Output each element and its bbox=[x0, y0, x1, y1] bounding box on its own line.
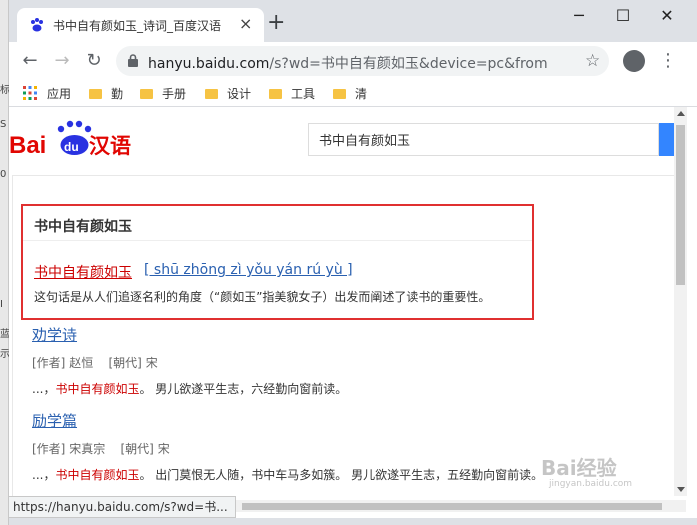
url-path: /s?wd=书中自有颜如玉&device=pc&from=h... bbox=[269, 56, 548, 72]
forward-arrow-icon[interactable]: → bbox=[51, 50, 73, 72]
minimize-button[interactable]: ─ bbox=[559, 4, 599, 28]
maximize-button[interactable]: ☐ bbox=[603, 4, 643, 28]
bookmark-label: 设计 bbox=[227, 87, 252, 101]
status-url-bubble: https://hanyu.baidu.com/s?wd=书... bbox=[9, 496, 236, 518]
dynasty-name[interactable]: 宋 bbox=[146, 356, 158, 370]
horizontal-scrollbar[interactable] bbox=[236, 500, 686, 512]
excerpt-highlight: 书中自有颜如玉 bbox=[55, 382, 140, 396]
desktop-text: I bbox=[0, 299, 3, 310]
tab-title: 书中自有颜如玉_诗词_百度汉语 bbox=[53, 19, 222, 33]
watermark: Bai经验 jingyan.baidu.com bbox=[541, 452, 671, 492]
card-description: 这句话是从人们追逐名利的角度（“颜如玉”指美貌女子）出发而阐述了读书的重要性。 bbox=[34, 290, 491, 304]
desktop-edge: 标 S 0 I 蓝 示 bbox=[0, 0, 10, 525]
vertical-scrollbar[interactable] bbox=[674, 107, 687, 496]
results-panel: 书中自有颜如玉 书中自有颜如玉 [ shū zhōng zì yǒu yán r… bbox=[12, 175, 674, 496]
apps-grid-icon bbox=[23, 86, 37, 100]
author-label: [作者] bbox=[32, 356, 66, 370]
logo-du: du bbox=[64, 140, 79, 154]
browser-window: 书中自有颜如玉_诗词_百度汉语 × + ─ ☐ ✕ ← → ↻ hanyu.ba… bbox=[9, 0, 697, 525]
folder-icon bbox=[89, 89, 102, 99]
folder-icon bbox=[333, 89, 346, 99]
term-link[interactable]: 书中自有颜如玉 bbox=[34, 262, 132, 282]
menu-dots-icon[interactable]: ⋮ bbox=[659, 50, 677, 72]
bookmark-label: 应用 bbox=[47, 87, 72, 101]
bookmark-label: 工具 bbox=[291, 87, 316, 101]
folder-icon bbox=[205, 89, 218, 99]
logo-hanyu: 汉语 bbox=[89, 134, 131, 158]
divider bbox=[23, 240, 532, 241]
bookmark-folder[interactable]: 勤 bbox=[89, 85, 123, 103]
excerpt-prefix: ...， bbox=[32, 382, 56, 396]
bookmark-label: 勤 bbox=[111, 87, 124, 101]
profile-avatar-icon[interactable] bbox=[623, 50, 645, 72]
poem-title-link[interactable]: 劝学诗 bbox=[32, 326, 77, 344]
scroll-up-icon[interactable] bbox=[677, 111, 685, 116]
poem-result: 劝学诗 [作者] 赵恒 [朝代] 宋 ...，书中自有颜如玉。 男儿欲遂平生志，… bbox=[32, 324, 347, 397]
browser-toolbar: ← → ↻ hanyu.baidu.com/s?wd=书中自有颜如玉&devic… bbox=[9, 42, 697, 80]
poem-meta: [作者] 赵恒 [朝代] 宋 bbox=[32, 354, 347, 371]
active-tab[interactable]: 书中自有颜如玉_诗词_百度汉语 × bbox=[17, 8, 264, 42]
baidu-hanyu-logo[interactable]: Bai du 汉语 bbox=[9, 115, 139, 160]
bookmarks-bar: 应用 勤 手册 设计 工具 清 bbox=[9, 80, 697, 107]
excerpt-highlight: 书中自有颜如玉 bbox=[55, 468, 140, 482]
page-viewport: Bai du 汉语 书中自有颜如玉 书中自有颜如玉 [ shū zhōng zì… bbox=[9, 107, 674, 496]
search-input[interactable] bbox=[309, 124, 649, 155]
address-bar[interactable]: hanyu.baidu.com/s?wd=书中自有颜如玉&device=pc&f… bbox=[116, 46, 609, 76]
url-text[interactable]: hanyu.baidu.com/s?wd=书中自有颜如玉&device=pc&f… bbox=[148, 53, 548, 73]
dynasty-label: [朝代] bbox=[108, 356, 142, 370]
poem-title-link[interactable]: 励学篇 bbox=[32, 412, 77, 430]
watermark-sub: jingyan.baidu.com bbox=[549, 479, 633, 489]
pinyin-link[interactable]: [ shū zhōng zì yǒu yán rú yù ] bbox=[144, 262, 353, 278]
excerpt-suffix: 。 出门莫恨无人随，书中车马多如簇。 男儿欲遂平生志，五经勤向窗前读。 bbox=[139, 468, 544, 482]
bookmark-apps[interactable]: 应用 bbox=[23, 85, 71, 103]
definition-card: 书中自有颜如玉 书中自有颜如玉 [ shū zhōng zì yǒu yán r… bbox=[21, 204, 534, 320]
bookmark-folder[interactable]: 手册 bbox=[140, 85, 186, 103]
desktop-text: S bbox=[0, 119, 7, 130]
lock-icon bbox=[128, 54, 138, 67]
author-name[interactable]: 赵恒 bbox=[69, 356, 93, 370]
reload-icon[interactable]: ↻ bbox=[83, 50, 105, 72]
poem-excerpt: ...，书中自有颜如玉。 男儿欲遂平生志，六经勤向窗前读。 bbox=[32, 380, 347, 397]
folder-icon bbox=[140, 89, 153, 99]
dynasty-label: [朝代] bbox=[120, 442, 154, 456]
card-title: 书中自有颜如玉 bbox=[34, 219, 132, 235]
bookmark-label: 清 bbox=[355, 87, 368, 101]
bookmark-folder[interactable]: 工具 bbox=[269, 85, 315, 103]
back-arrow-icon[interactable]: ← bbox=[19, 50, 41, 72]
excerpt-suffix: 。 男儿欲遂平生志，六经勤向窗前读。 bbox=[139, 382, 348, 396]
close-window-button[interactable]: ✕ bbox=[647, 4, 687, 28]
tab-close-icon[interactable]: × bbox=[239, 15, 252, 33]
bookmark-folder[interactable]: 设计 bbox=[205, 85, 251, 103]
scroll-down-icon[interactable] bbox=[677, 487, 685, 492]
search-button[interactable] bbox=[659, 123, 674, 156]
bookmark-star-icon[interactable]: ☆ bbox=[585, 51, 600, 71]
hscroll-thumb[interactable] bbox=[242, 503, 662, 510]
poem-excerpt: ...，书中自有颜如玉。 出门莫恨无人随，书中车马多如簇。 男儿欲遂平生志，五经… bbox=[32, 466, 543, 483]
author-label: [作者] bbox=[32, 442, 66, 456]
bookmark-label: 手册 bbox=[162, 87, 187, 101]
folder-icon bbox=[269, 89, 282, 99]
author-name[interactable]: 宋真宗 bbox=[69, 442, 105, 456]
window-bottom-edge bbox=[9, 518, 697, 525]
tab-strip: 书中自有颜如玉_诗词_百度汉语 × + ─ ☐ ✕ bbox=[9, 0, 697, 42]
scroll-thumb[interactable] bbox=[676, 125, 685, 285]
search-box bbox=[308, 123, 659, 156]
watermark-main: Bai经验 bbox=[541, 456, 617, 480]
dynasty-name[interactable]: 宋 bbox=[158, 442, 170, 456]
desktop-text: 0 bbox=[0, 169, 7, 180]
bookmark-folder[interactable]: 清 bbox=[333, 85, 367, 103]
new-tab-button[interactable]: + bbox=[267, 12, 285, 34]
logo-mark: Bai du 汉语 bbox=[9, 120, 131, 159]
excerpt-prefix: ...， bbox=[32, 468, 56, 482]
poem-result: 励学篇 [作者] 宋真宗 [朝代] 宋 ...，书中自有颜如玉。 出门莫恨无人随… bbox=[32, 410, 543, 483]
baidu-paw-icon bbox=[31, 18, 43, 32]
url-host: hanyu.baidu.com bbox=[148, 56, 270, 72]
poem-meta: [作者] 宋真宗 [朝代] 宋 bbox=[32, 440, 543, 457]
logo-bai: Bai bbox=[9, 132, 46, 159]
